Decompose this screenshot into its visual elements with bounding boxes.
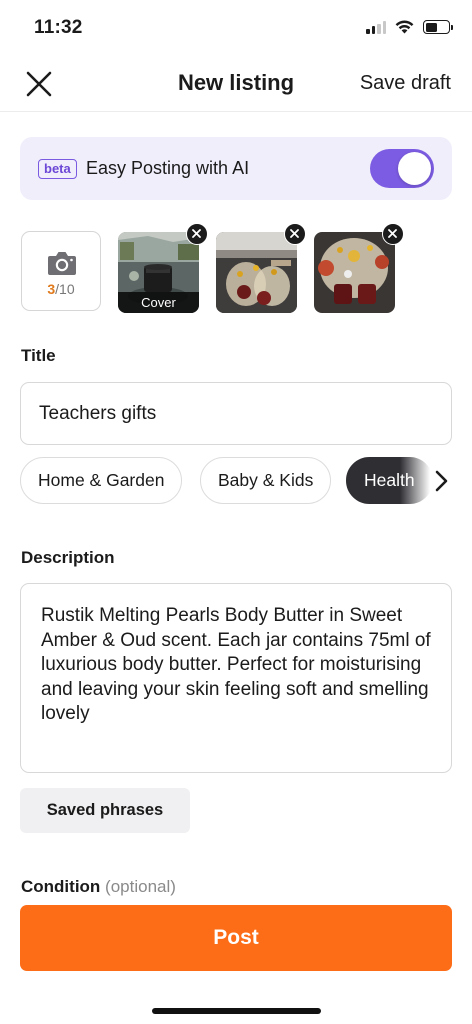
description-text: Rustik Melting Pearls Body Butter in Swe…	[41, 605, 431, 724]
ai-posting-toggle[interactable]	[370, 149, 434, 188]
condition-label-text: Condition	[21, 877, 101, 896]
title-label: Title	[21, 346, 56, 365]
header-bar: New listing Save draft	[0, 56, 472, 112]
chips-scroll-right-button[interactable]	[430, 469, 452, 493]
saved-phrases-button[interactable]: Saved phrases	[20, 788, 190, 833]
post-button[interactable]: Post	[20, 905, 452, 971]
ai-posting-banner: beta Easy Posting with AI	[20, 137, 452, 200]
home-indicator	[152, 1008, 321, 1014]
ai-posting-label: Easy Posting with AI	[86, 158, 250, 178]
toggle-knob	[398, 152, 431, 185]
condition-label: Condition (optional)	[21, 877, 176, 897]
chevron-right-icon	[435, 470, 448, 492]
photo-thumbnail-2[interactable]	[216, 232, 297, 313]
wifi-icon	[395, 20, 414, 34]
cellular-signal-icon	[366, 21, 386, 34]
title-input[interactable]	[21, 383, 451, 444]
remove-photo-2-button[interactable]	[284, 223, 306, 245]
remove-photo-1-button[interactable]	[186, 223, 208, 245]
photo-count-total: /10	[55, 281, 75, 297]
close-icon	[388, 229, 397, 238]
beta-badge: beta	[38, 159, 77, 179]
category-chips: Home & Garden Baby & Kids Health	[20, 457, 472, 505]
photo-thumbnail-3[interactable]	[314, 232, 395, 313]
close-icon	[192, 229, 201, 238]
photo-gift-closeup	[314, 232, 395, 313]
photo-thumbnail-1[interactable]: Cover	[118, 232, 199, 313]
save-draft-button[interactable]: Save draft	[360, 72, 451, 95]
description-input[interactable]: Rustik Melting Pearls Body Butter in Swe…	[20, 583, 452, 773]
cover-label: Cover	[118, 292, 199, 313]
photo-count: 3/10	[22, 281, 100, 297]
category-chip-baby-kids[interactable]: Baby & Kids	[200, 457, 332, 504]
description-label: Description	[21, 548, 115, 567]
remove-photo-3-button[interactable]	[382, 223, 404, 245]
status-icons	[366, 20, 453, 34]
category-chip-home-garden[interactable]: Home & Garden	[20, 457, 183, 504]
photo-gift-jars	[216, 232, 297, 313]
status-bar: 11:32	[0, 0, 472, 56]
condition-optional-text: (optional)	[105, 877, 176, 896]
add-photo-button[interactable]: 3/10	[21, 231, 101, 311]
camera-icon	[48, 252, 76, 275]
title-field-box	[20, 382, 452, 445]
photo-count-current: 3	[47, 281, 56, 297]
close-icon	[290, 229, 299, 238]
status-time: 11:32	[34, 17, 83, 38]
battery-icon	[423, 20, 453, 34]
